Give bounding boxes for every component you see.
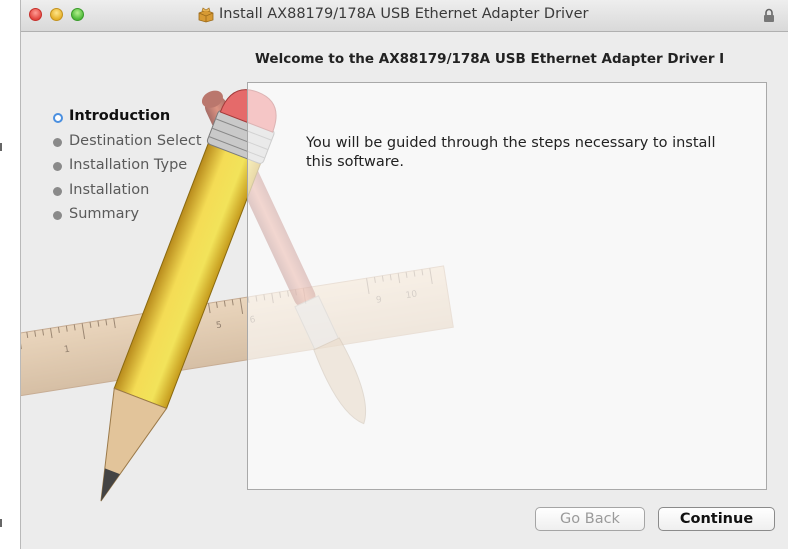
content-pane: You will be guided through the steps nec… bbox=[247, 82, 767, 490]
step-installation: Installation bbox=[53, 182, 202, 207]
window-title: Install AX88179/178A USB Ethernet Adapte… bbox=[219, 6, 589, 22]
zoom-icon[interactable] bbox=[71, 8, 84, 21]
step-label: Installation Type bbox=[69, 157, 188, 173]
window-edge-mark bbox=[0, 519, 2, 527]
step-label: Installation bbox=[69, 181, 150, 198]
title-bar[interactable]: Install AX88179/178A USB Ethernet Adapte… bbox=[21, 0, 788, 32]
ruler-number: 4 bbox=[182, 326, 189, 337]
installer-steps: Introduction Destination Select Installa… bbox=[53, 108, 202, 231]
step-summary: Summary bbox=[53, 206, 202, 231]
step-bullet-icon bbox=[53, 186, 62, 196]
active-step-icon bbox=[53, 113, 63, 123]
step-introduction: Introduction bbox=[53, 108, 202, 133]
package-icon bbox=[198, 7, 214, 23]
step-label: Destination Select bbox=[69, 132, 202, 149]
step-destination-select: Destination Select bbox=[53, 133, 202, 158]
close-icon[interactable] bbox=[29, 8, 42, 21]
step-label: Introduction bbox=[69, 108, 171, 124]
go-back-button[interactable]: Go Back bbox=[535, 507, 645, 531]
step-label: Summary bbox=[69, 206, 140, 222]
step-bullet-icon bbox=[53, 137, 62, 147]
page-heading: Welcome to the AX88179/178A USB Ethernet… bbox=[255, 51, 725, 67]
window-edge-mark bbox=[0, 143, 2, 151]
intro-text: You will be guided through the steps nec… bbox=[306, 135, 716, 170]
minimize-icon[interactable] bbox=[50, 8, 63, 21]
ruler-number: 5 bbox=[215, 320, 222, 331]
step-bullet-icon bbox=[53, 162, 62, 171]
lock-icon bbox=[764, 8, 774, 22]
continue-button[interactable]: Continue bbox=[658, 507, 775, 531]
step-bullet-icon bbox=[53, 211, 62, 220]
step-installation-type: Installation Type bbox=[53, 157, 202, 182]
installer-window: Install AX88179/178A USB Ethernet Adapte… bbox=[20, 0, 788, 549]
ruler-number: 1 bbox=[63, 345, 70, 356]
